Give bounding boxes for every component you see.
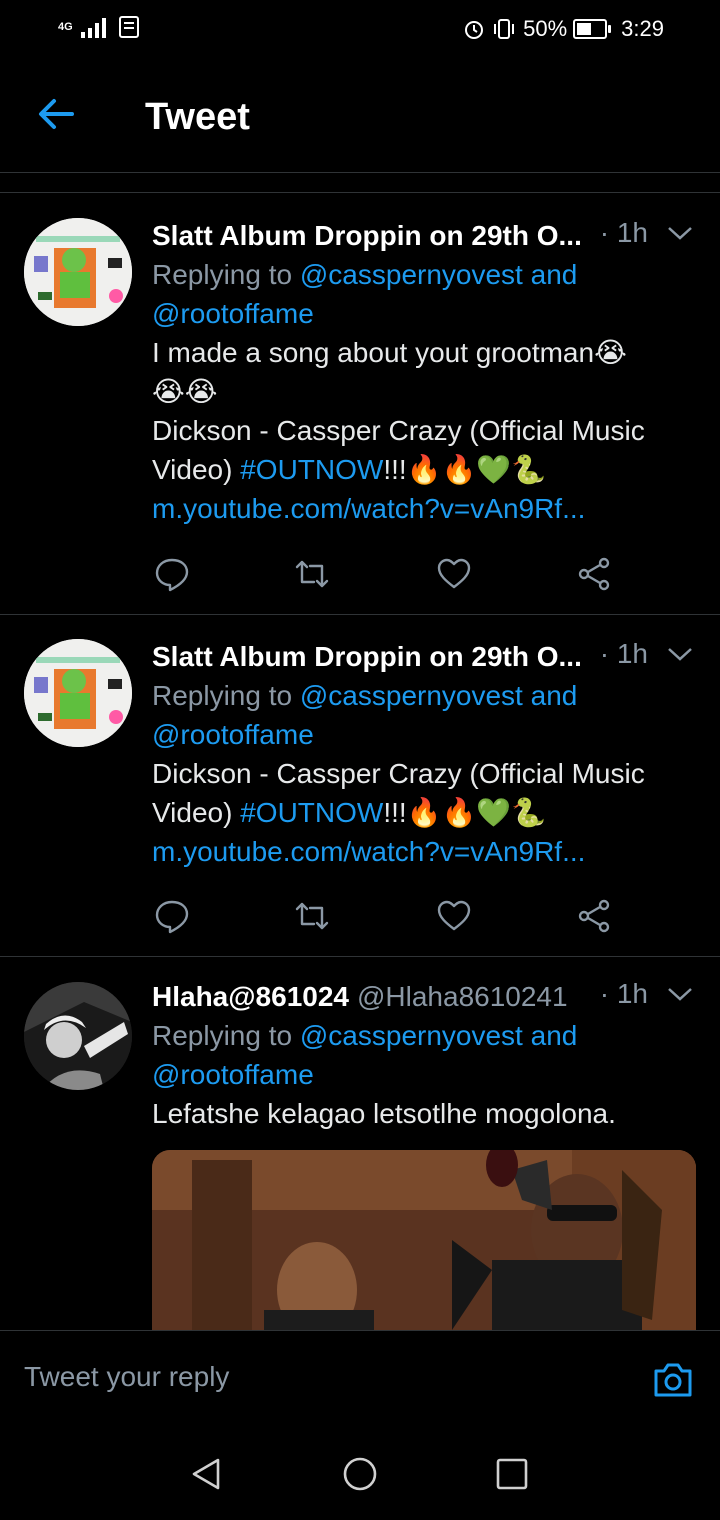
chevron-down-icon[interactable] (666, 644, 694, 664)
tweet-content: Slatt Album Droppin on 29th O... · 1h Re… (152, 638, 698, 871)
tweet-time: · 1h (599, 638, 648, 669)
tweet-actions (152, 898, 622, 938)
status-right: 50% 3:29 (463, 16, 664, 42)
share-icon[interactable] (576, 556, 612, 592)
tweet-text: Video) #OUTNOW!!!🔥🔥💚🐍 (152, 793, 698, 832)
mention-link[interactable]: @casspernyovest (300, 680, 523, 711)
media-photo (152, 1150, 696, 1330)
replying-and[interactable]: and (523, 1020, 578, 1051)
mention-link-text[interactable]: @rootoffame (152, 719, 314, 750)
replying-label: Replying to (152, 1020, 300, 1051)
reply-icon[interactable] (154, 898, 190, 934)
avatar[interactable] (24, 218, 132, 326)
avatar-image (24, 982, 132, 1090)
system-nav-bar (0, 1422, 720, 1520)
tweet-header: Slatt Album Droppin on 29th O... · 1h (152, 217, 698, 255)
battery-percent: 50% (523, 16, 568, 41)
status-left: 4G (58, 16, 139, 38)
nav-back-icon[interactable] (188, 1456, 224, 1492)
tweet-text: Lefatshe kelagao letsotlhe mogolona. (152, 1098, 616, 1129)
heart-icon[interactable] (436, 898, 472, 934)
author-name[interactable]: Slatt Album Droppin on 29th O... (152, 641, 582, 673)
tweet-text: 😭😭 (152, 376, 218, 407)
text-fragment: Video) (152, 797, 241, 828)
tweet-content: Slatt Album Droppin on 29th O... · 1h Re… (152, 217, 698, 528)
battery-icon (573, 19, 612, 39)
tweet-time: · 1h (599, 978, 648, 1009)
author-name[interactable]: Hlaha@861024 (152, 981, 349, 1013)
text-fragment: Video) (152, 454, 241, 485)
share-icon[interactable] (576, 898, 612, 934)
network-type: 4G (58, 21, 73, 33)
screen: 4G 50% 3:29 Tweet Slatt Album Droppin on… (0, 0, 720, 1520)
tweet-header: Hlaha@861024 @Hlaha8610241 · 1h (152, 978, 698, 1016)
avatar-image (24, 639, 132, 747)
tweet-actions (152, 556, 622, 596)
heart-icon[interactable] (436, 556, 472, 592)
avatar[interactable] (24, 982, 132, 1090)
reply-icon[interactable] (154, 556, 190, 592)
author-handle[interactable]: @Hlaha8610241 (357, 981, 568, 1013)
tweet-text: Dickson - Cassper Crazy (Official Music (152, 758, 645, 789)
replying-and[interactable]: and (523, 680, 578, 711)
reply-input[interactable]: Tweet your reply (24, 1361, 229, 1393)
text-fragment: !!!🔥🔥💚🐍 (383, 797, 547, 828)
mention-link[interactable]: @casspernyovest (300, 259, 523, 290)
hashtag-link[interactable]: #OUTNOW (240, 797, 383, 828)
mention-link[interactable]: @rootoffame (152, 715, 698, 754)
hashtag-link[interactable]: #OUTNOW (240, 454, 383, 485)
chevron-down-icon[interactable] (666, 223, 694, 243)
replying-to: Replying to @casspernyovest and (152, 676, 698, 715)
status-bar: 4G 50% 3:29 (0, 0, 720, 62)
vibrate-icon (494, 19, 515, 39)
tweet-item[interactable]: Slatt Album Droppin on 29th O... · 1h Re… (0, 614, 720, 957)
clock: 3:29 (621, 16, 664, 41)
avatar[interactable] (24, 639, 132, 747)
mention-link[interactable]: @casspernyovest (300, 1020, 523, 1051)
replying-to: Replying to @casspernyovest and (152, 255, 698, 294)
retweet-icon[interactable] (294, 556, 330, 592)
replying-to: Replying to @casspernyovest and (152, 1016, 698, 1055)
tweet-text: Dickson - Cassper Crazy (Official Music (152, 415, 645, 446)
tweet-content: Hlaha@861024 @Hlaha8610241 · 1h Replying… (152, 978, 698, 1133)
url-link[interactable]: m.youtube.com/watch?v=vAn9Rf... (152, 489, 698, 528)
reply-composer: Tweet your reply (0, 1330, 720, 1424)
mention-link[interactable]: @rootoffame (152, 294, 698, 333)
nav-recents-icon[interactable] (494, 1456, 530, 1492)
chevron-down-icon[interactable] (666, 984, 694, 1004)
replying-label: Replying to (152, 680, 300, 711)
tweet-header: Slatt Album Droppin on 29th O... · 1h (152, 638, 698, 676)
text-fragment: !!!🔥🔥💚🐍 (383, 454, 547, 485)
sim-card-icon (118, 16, 139, 38)
mention-link[interactable]: @rootoffame (152, 1055, 698, 1094)
alarm-icon (465, 21, 484, 39)
mention-link-text[interactable]: @rootoffame (152, 298, 314, 329)
arrow-left-icon[interactable] (34, 92, 78, 136)
page-title: Tweet (145, 96, 250, 138)
tweet-text: I made a song about yout grootman😭 (152, 337, 627, 368)
author-name[interactable]: Slatt Album Droppin on 29th O... (152, 220, 582, 252)
tweet-item[interactable]: Slatt Album Droppin on 29th O... · 1h Re… (0, 193, 720, 615)
tweet-media-image[interactable] (152, 1150, 696, 1330)
retweet-icon[interactable] (294, 898, 330, 934)
replying-label: Replying to (152, 259, 300, 290)
camera-icon[interactable] (652, 1361, 694, 1399)
signal-icon (80, 18, 106, 38)
app-bar: Tweet (0, 62, 720, 173)
tweet-text: Video) #OUTNOW!!!🔥🔥💚🐍 (152, 450, 698, 489)
url-link[interactable]: m.youtube.com/watch?v=vAn9Rf... (152, 832, 698, 871)
replying-and[interactable]: and (523, 259, 578, 290)
nav-home-icon[interactable] (342, 1456, 378, 1492)
mention-link-text[interactable]: @rootoffame (152, 1059, 314, 1090)
avatar-image (24, 218, 132, 326)
tweet-time: · 1h (599, 217, 648, 248)
